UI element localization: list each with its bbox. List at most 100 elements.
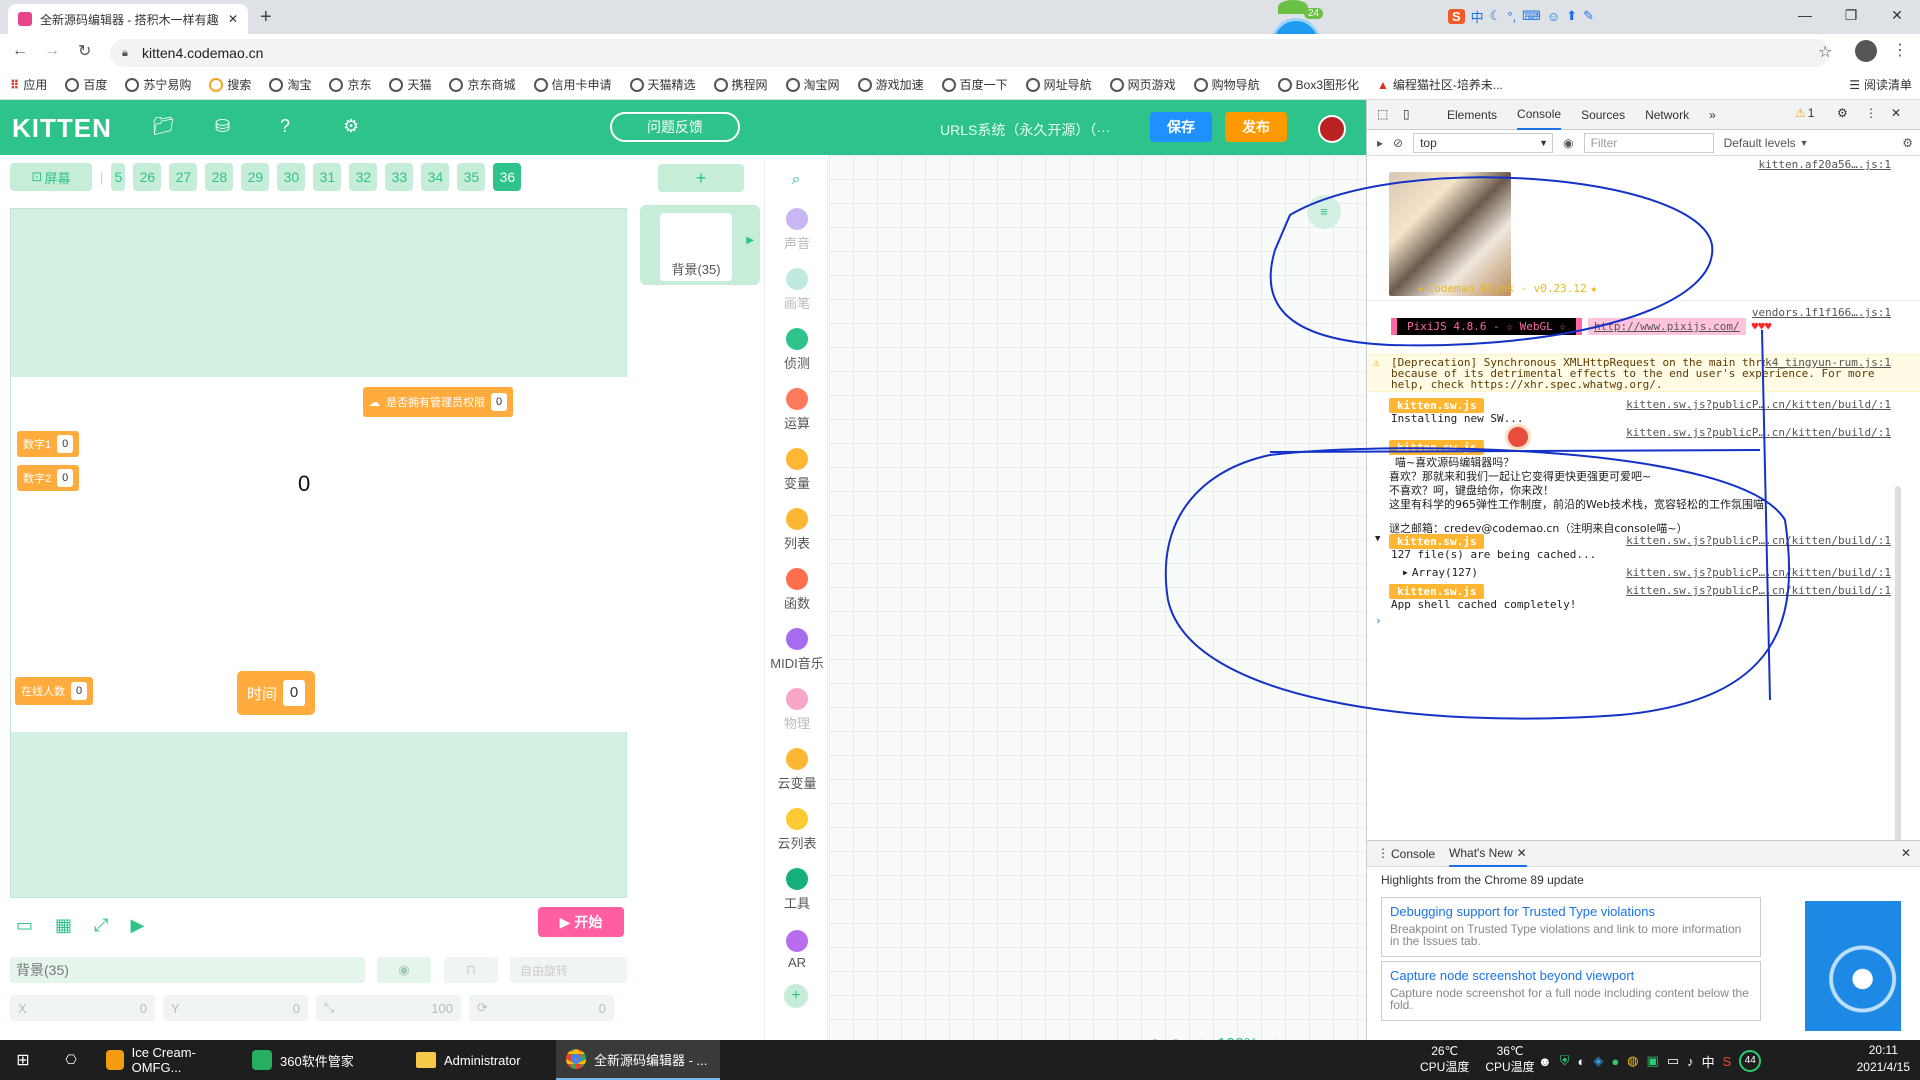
taskbar-app[interactable]: 360软件管家 (242, 1040, 406, 1080)
cpu-usage-badge[interactable]: 44 (1739, 1050, 1762, 1072)
log-source[interactable]: vendors.1f1f166….js:1 (1752, 306, 1891, 319)
bookmark-item[interactable]: 京东 (329, 76, 371, 93)
reload-icon[interactable]: ↻ (78, 41, 91, 61)
scene-tab[interactable]: 35 (457, 163, 486, 191)
ime-language[interactable]: 中 (1471, 7, 1484, 26)
bookmark-item[interactable]: 网页游戏 (1109, 76, 1176, 93)
settings-gear-icon[interactable]: ⚙ (343, 116, 375, 140)
bookmark-item[interactable]: 百度 (65, 76, 107, 93)
task-view-button[interactable]: ⎔ (46, 1040, 96, 1080)
background-card[interactable]: 背景(35) ▶ (640, 205, 760, 285)
profile-icon[interactable] (1855, 40, 1877, 62)
y-field[interactable]: Y0 (163, 995, 308, 1021)
bookmark-item[interactable]: 游戏加速 (857, 76, 924, 93)
visibility-toggle[interactable]: ◉ (377, 957, 431, 983)
context-select[interactable]: top ▼ (1413, 132, 1554, 153)
eye-icon[interactable]: ◉ (1563, 136, 1573, 150)
lock-toggle[interactable]: ⊓ (444, 957, 498, 983)
category-10[interactable]: 云列表 (765, 800, 829, 860)
sidebar-toggle-icon[interactable]: ▸ (1377, 136, 1383, 150)
scene-tab[interactable]: 26 (133, 163, 162, 191)
reading-list[interactable]: ☰ 阅读清单 (1849, 76, 1912, 93)
log-source[interactable]: kitten.sw.js?publicP….cn/kitten/build/:1 (1626, 398, 1891, 411)
publish-button[interactable]: 发布 (1225, 112, 1287, 142)
var-monitor-online[interactable]: 在线人数 0 (15, 677, 93, 705)
back-icon[interactable]: ← (12, 42, 28, 60)
tab-network[interactable]: Network (1645, 108, 1689, 122)
category-0[interactable]: 声音 (765, 200, 829, 260)
log-source[interactable]: kitten.af20a56….js:1 (1759, 158, 1891, 171)
console-settings-icon[interactable]: ⚙ (1902, 136, 1913, 150)
category-2[interactable]: 侦测 (765, 320, 829, 380)
log-source[interactable]: kitten.sw.js?publicP….cn/kitten/build/:1 (1626, 566, 1891, 579)
var-monitor-admin[interactable]: ☁ 是否拥有管理员权限 0 (363, 387, 513, 417)
bookmark-item[interactable]: 天猫精选 (629, 76, 696, 93)
url-input[interactable]: 🔒︎ kitten4.codemao.cn (110, 39, 1830, 67)
tab-sources[interactable]: Sources (1581, 108, 1625, 122)
background-name-field[interactable]: 背景(35) (10, 957, 365, 983)
scene-tab-active[interactable]: 36 (493, 163, 522, 191)
bookmark-item[interactable]: 苏宁易购 (125, 76, 191, 93)
bookmark-item[interactable]: 淘宝 (269, 76, 311, 93)
chrome-tray-icon[interactable]: ◍ (1627, 1053, 1638, 1069)
scene-tab[interactable]: 30 (277, 163, 306, 191)
shield-icon[interactable]: ⛨ (1560, 1053, 1570, 1069)
drawer-menu-icon[interactable]: ⋮ (1377, 846, 1389, 860)
play-preview-icon[interactable]: ▶ (130, 915, 144, 936)
bookmark-item[interactable]: 网址导航 (1025, 76, 1092, 93)
levels-select[interactable]: Default levels ▼ (1724, 136, 1809, 150)
scene-tab[interactable]: 5 (111, 163, 126, 191)
user-icon[interactable]: ☺ (1547, 9, 1560, 24)
maximize-icon[interactable]: ❐ (1828, 7, 1874, 24)
close-tab-icon[interactable]: ✕ (228, 12, 238, 26)
expand-icon[interactable]: ▼ (1375, 534, 1380, 544)
scene-tab[interactable]: 29 (241, 163, 270, 191)
taskbar-app-active[interactable]: 全新源码编辑器 - ... (556, 1040, 720, 1080)
clock[interactable]: 20:11 2021/4/15 (1857, 1042, 1910, 1076)
rotation-select[interactable]: 自由旋转 (510, 957, 627, 983)
avatar[interactable] (1318, 115, 1346, 143)
category-5[interactable]: 列表 (765, 500, 829, 560)
category-6[interactable]: 函数 (765, 560, 829, 620)
search-blocks-icon[interactable]: ⌕ (765, 160, 827, 200)
forward-icon[interactable]: → (44, 42, 60, 60)
devtools-settings-icon[interactable]: ⚙ (1837, 106, 1848, 120)
project-name[interactable]: URLS系统（永久开源）（··· (940, 120, 1110, 140)
scene-tab[interactable]: 33 (385, 163, 414, 191)
bookmark-item[interactable]: 信用卡申请 (533, 76, 612, 93)
tab-console[interactable]: Console (1517, 100, 1562, 130)
devtools-close-icon[interactable]: ✕ (1891, 106, 1901, 120)
category-3[interactable]: 运算 (765, 380, 829, 440)
bookmark-item[interactable]: 购物导航 (1193, 76, 1260, 93)
workspace-search-icon[interactable]: ≡ (1307, 195, 1341, 229)
bookmark-item[interactable]: Box3图形化 (1277, 76, 1359, 93)
screen-button[interactable]: ⊡ 屏幕 (10, 163, 92, 191)
moon-icon[interactable]: ☾ (1490, 8, 1502, 24)
clear-console-icon[interactable]: ⊘ (1393, 136, 1403, 150)
stage-size-icon[interactable]: ▭ (16, 915, 33, 936)
help-icon[interactable]: ? (280, 116, 312, 140)
size-field[interactable]: ⤡ 100 (316, 995, 461, 1021)
shop-icon[interactable]: ⛁ (215, 116, 247, 140)
array-log[interactable]: ▶ Array(127) (1403, 566, 1478, 579)
start-button[interactable]: ▶ 开始 (538, 907, 624, 937)
category-8[interactable]: 物理 (765, 680, 829, 740)
code-workspace[interactable]: ≡ ↶ ↷ ⊖ 100% ⊕ ≣ (829, 155, 1366, 1054)
volume-icon[interactable]: ♪ (1687, 1054, 1694, 1069)
bookmark-item[interactable]: 京东商城 (449, 76, 516, 93)
bookmark-item[interactable]: 携程网 (713, 76, 768, 93)
filter-input[interactable]: Filter (1583, 132, 1714, 153)
category-11[interactable]: 工具 (765, 860, 829, 920)
bookmark-item[interactable]: 天猫 (389, 76, 431, 93)
shirt-icon[interactable]: ⬆ (1566, 8, 1577, 24)
wrench-icon[interactable]: ✎ (1583, 8, 1594, 24)
menu-icon[interactable]: ⋮ (1892, 40, 1908, 60)
browser-tab[interactable]: 全新源码编辑器 - 搭积木一样有趣 ✕ (8, 4, 248, 34)
bluetooth-icon[interactable]: ◈ (1593, 1053, 1603, 1069)
scene-tab[interactable]: 31 (313, 163, 342, 191)
rotation-field[interactable]: ⟳ 0 (469, 995, 614, 1021)
sogou-tray-icon[interactable]: S (1723, 1054, 1732, 1069)
keyboard-icon[interactable]: ⌨ (1522, 8, 1541, 24)
user-tray-icon[interactable]: ☻ (1538, 1054, 1552, 1069)
star-icon[interactable]: ☆ (1818, 42, 1832, 62)
